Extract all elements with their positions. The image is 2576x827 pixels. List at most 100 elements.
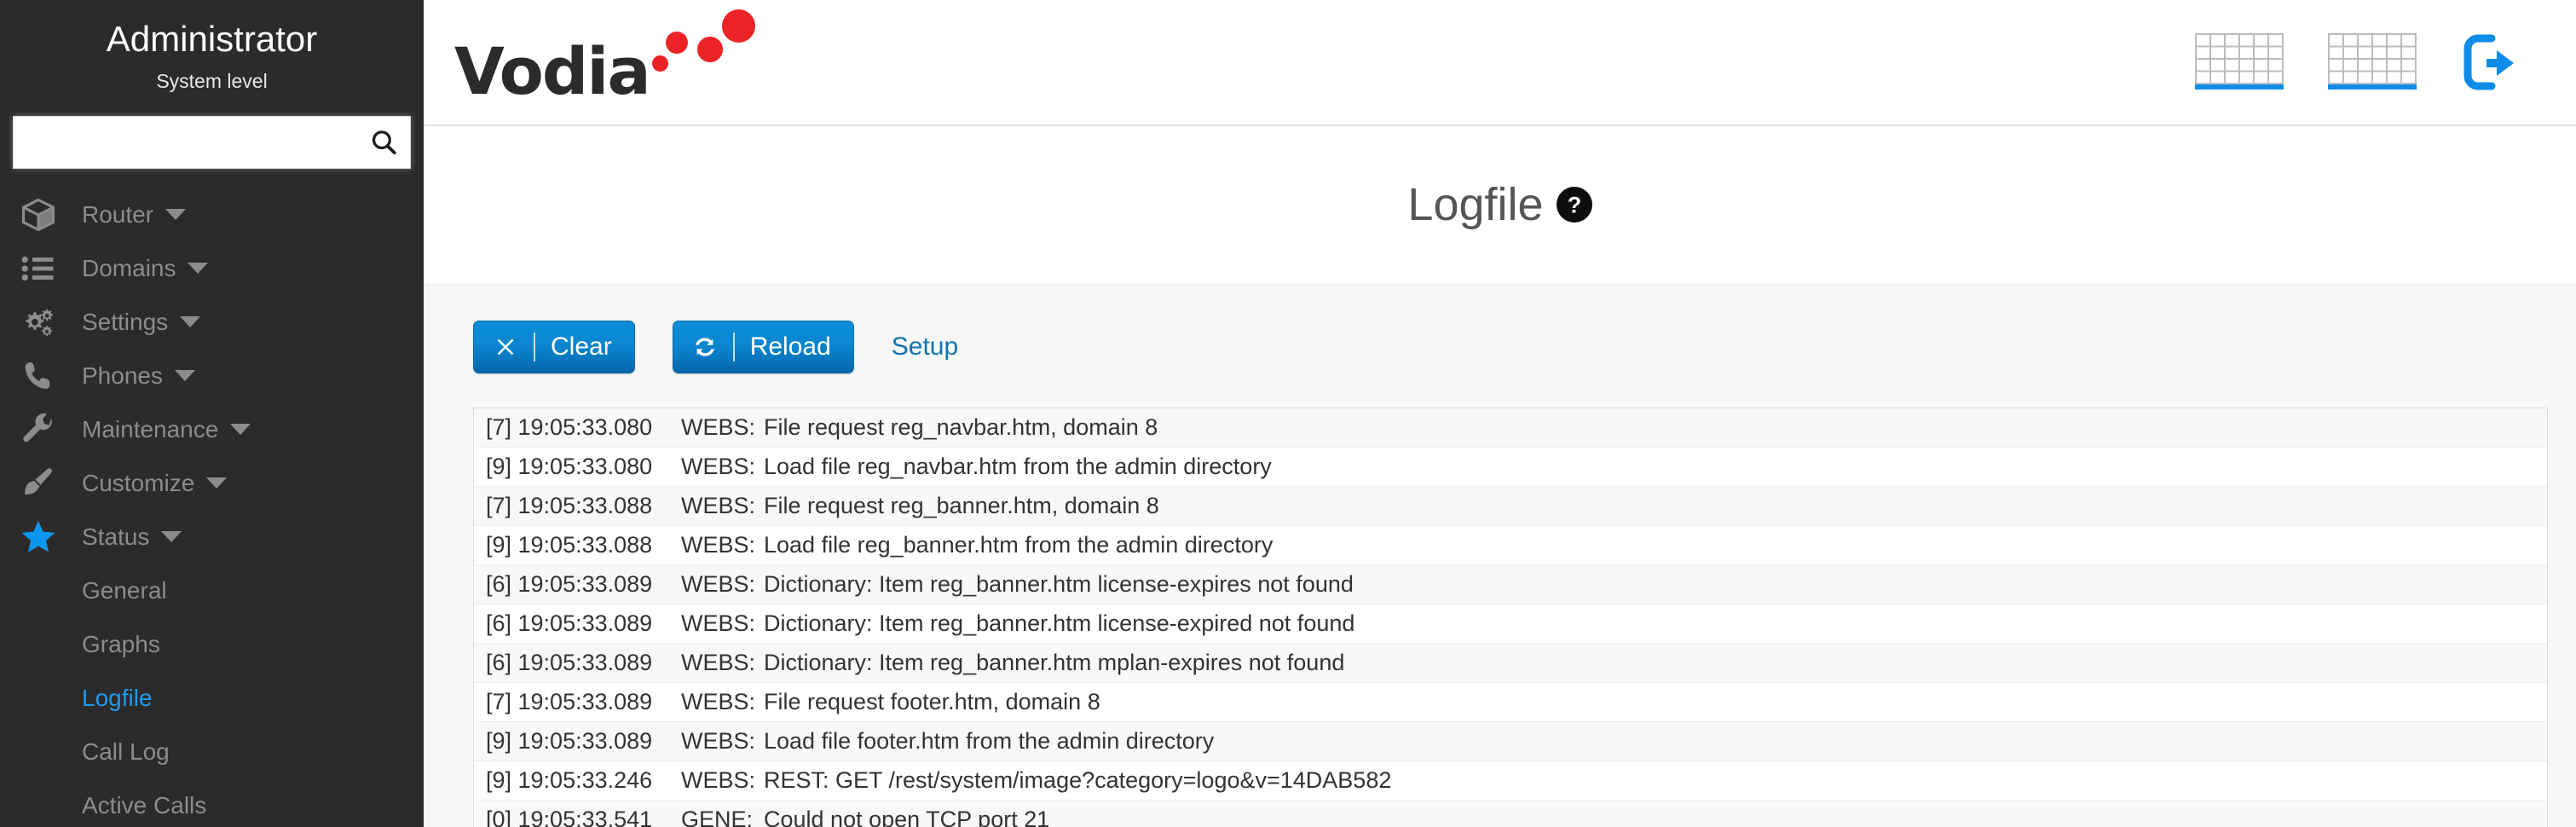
log-message: Could not open TCP port 21 <box>764 807 1050 827</box>
logout-icon[interactable] <box>2461 32 2533 93</box>
chevron-down-icon <box>206 477 228 489</box>
log-module: WEBS: <box>681 414 756 440</box>
table-row: [0] 19:05:33.541 GENE: Could not open TC… <box>474 801 2547 827</box>
sidebar-item-customize[interactable]: Customize <box>0 456 424 510</box>
sidebar-item-logfile[interactable]: Logfile <box>0 671 424 725</box>
table-row: [6] 19:05:33.089 WEBS: Dictionary: Item … <box>474 565 2547 604</box>
sidebar-item-label: Customize <box>82 469 195 496</box>
log-time: [9] 19:05:33.080 <box>486 454 653 479</box>
chevron-down-icon <box>188 263 209 274</box>
table-grid-icon-2[interactable] <box>2328 33 2417 91</box>
action-toolbar: Clear Reload Setup <box>424 283 2576 373</box>
logo-dot-medium2 <box>697 37 723 62</box>
search-icon[interactable] <box>369 128 398 157</box>
log-message: Dictionary: Item reg_banner.htm mplan-ex… <box>764 650 1345 675</box>
sidebar-item-label: Domains <box>82 254 176 281</box>
sidebar-subitem-label: Logfile <box>82 684 153 711</box>
sidebar-item-phones[interactable]: Phones <box>0 349 424 402</box>
search-box[interactable] <box>13 116 411 169</box>
table-row: [7] 19:05:33.088 WEBS: File request reg_… <box>474 487 2547 526</box>
sidebar-item-label: Maintenance <box>82 415 219 442</box>
log-time: [6] 19:05:33.089 <box>486 571 653 597</box>
chevron-down-icon <box>161 531 182 542</box>
log-message: Load file reg_banner.htm from the admin … <box>764 532 1274 558</box>
sidebar-subitem-label: Call Log <box>82 737 170 765</box>
log-module: WEBS: <box>681 767 756 793</box>
sidebar-item-label: Router <box>82 200 154 228</box>
log-module: WEBS: <box>681 571 756 597</box>
sidebar-item-general[interactable]: General <box>0 564 424 617</box>
log-time: [7] 19:05:33.088 <box>486 493 653 518</box>
vodia-logo[interactable]: Vodia <box>454 9 755 109</box>
log-time: [0] 19:05:33.541 <box>486 807 653 827</box>
table-row: [6] 19:05:33.089 WEBS: Dictionary: Item … <box>474 644 2547 683</box>
log-time: [6] 19:05:33.089 <box>486 610 653 636</box>
log-message: File request reg_navbar.htm, domain 8 <box>764 414 1158 440</box>
table-row: [9] 19:05:33.089 WEBS: Load file footer.… <box>474 722 2547 761</box>
log-module: WEBS: <box>681 493 756 518</box>
top-icon-group <box>2195 32 2576 93</box>
reload-button-label: Reload <box>749 333 831 361</box>
sidebar-item-domains[interactable]: Domains <box>0 241 424 295</box>
table-grid-icon-1[interactable] <box>2195 33 2284 91</box>
log-message: File request reg_banner.htm, domain 8 <box>764 493 1159 518</box>
log-module: GENE: <box>681 807 754 827</box>
log-message: Dictionary: Item reg_banner.htm license-… <box>764 610 1355 636</box>
sidebar-item-call-log[interactable]: Call Log <box>0 725 424 778</box>
log-module: WEBS: <box>681 728 756 754</box>
logo-dot-medium <box>666 32 688 54</box>
log-table[interactable]: [7] 19:05:33.080 WEBS: File request reg_… <box>473 408 2548 827</box>
sidebar-item-settings[interactable]: Settings <box>0 295 424 349</box>
table-row: [9] 19:05:33.246 WEBS: REST: GET /rest/s… <box>474 761 2547 801</box>
sidebar-item-label: Settings <box>82 308 169 335</box>
sidebar-item-label: Phones <box>82 361 163 389</box>
help-question-icon[interactable]: ? <box>1556 186 1593 223</box>
svg-text:?: ? <box>1567 193 1581 218</box>
table-row: [9] 19:05:33.080 WEBS: Load file reg_nav… <box>474 448 2547 487</box>
logo-dot-small <box>652 55 668 72</box>
chevron-down-icon <box>180 316 201 327</box>
table-row: [7] 19:05:33.089 WEBS: File request foot… <box>474 683 2547 722</box>
sidebar-item-graphs[interactable]: Graphs <box>0 617 424 671</box>
content-area: Clear Reload Setup [7] 19:05:33.080 WEBS… <box>424 283 2576 827</box>
top-bar: Vodia <box>424 0 2576 126</box>
button-divider <box>732 333 735 361</box>
sidebar-nav: Router Domains Settings Phones Maintenan… <box>0 188 424 827</box>
log-module: WEBS: <box>681 454 756 479</box>
log-message: Load file footer.htm from the admin dire… <box>764 728 1215 754</box>
sidebar-subitem-label: Graphs <box>82 630 160 657</box>
app-root: Administrator System level Router Domain… <box>0 0 2576 827</box>
close-x-icon <box>493 334 518 360</box>
gears-icon <box>19 305 58 339</box>
log-time: [7] 19:05:33.089 <box>486 689 653 714</box>
sidebar-subitem-label: Active Calls <box>82 791 207 818</box>
sidebar-item-active-calls[interactable]: Active Calls <box>0 778 424 827</box>
clear-button-label: Clear <box>551 333 612 361</box>
log-time: [9] 19:05:33.088 <box>486 532 653 558</box>
log-time: [7] 19:05:33.080 <box>486 414 653 440</box>
setup-link[interactable]: Setup <box>892 333 958 361</box>
sidebar-subtitle: System level <box>156 70 268 92</box>
search-input[interactable] <box>29 117 369 168</box>
log-time: [9] 19:05:33.089 <box>486 728 653 754</box>
sidebar-item-status[interactable]: Status <box>0 510 424 564</box>
list-icon <box>19 252 58 286</box>
sidebar-item-label: Status <box>82 523 150 550</box>
table-row: [6] 19:05:33.089 WEBS: Dictionary: Item … <box>474 604 2547 644</box>
star-icon <box>19 520 58 554</box>
button-divider <box>534 333 535 361</box>
sidebar: Administrator System level Router Domain… <box>0 0 424 827</box>
sidebar-item-router[interactable]: Router <box>0 188 424 241</box>
chevron-down-icon <box>165 209 187 220</box>
page-header: Logfile ? <box>424 126 2576 283</box>
page-title: Logfile <box>1407 179 1544 230</box>
log-message: File request footer.htm, domain 8 <box>764 689 1100 714</box>
log-module: WEBS: <box>681 610 756 636</box>
log-time: [9] 19:05:33.246 <box>486 767 653 793</box>
sidebar-item-maintenance[interactable]: Maintenance <box>0 402 424 456</box>
log-time: [6] 19:05:33.089 <box>486 650 653 675</box>
log-module: WEBS: <box>681 650 756 675</box>
log-message: REST: GET /rest/system/image?category=lo… <box>764 767 1392 793</box>
reload-button[interactable]: Reload <box>672 321 854 373</box>
clear-button[interactable]: Clear <box>473 321 635 373</box>
